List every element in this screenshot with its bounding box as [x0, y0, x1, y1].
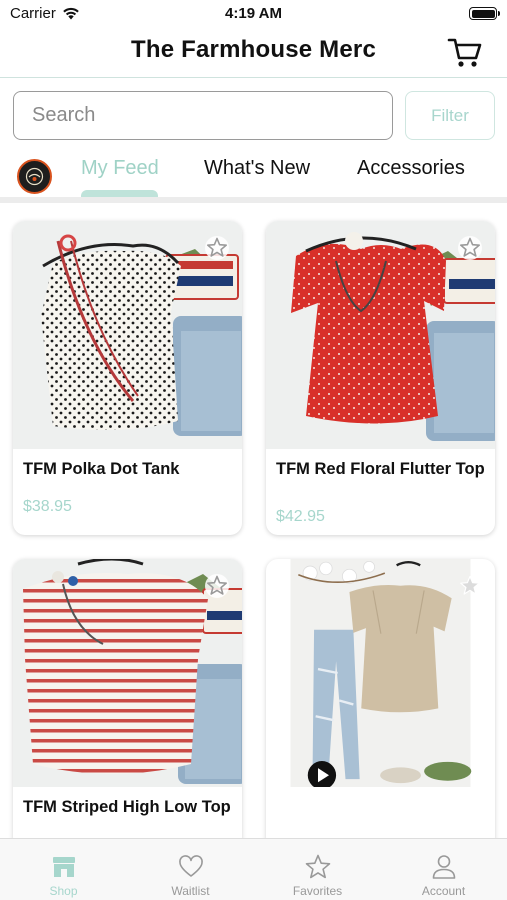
- product-name: TFM Red Floral Flutter Top: [276, 460, 485, 478]
- cart-icon[interactable]: [447, 34, 483, 70]
- star-icon: [305, 854, 330, 879]
- status-bar: Carrier 4:19 AM: [0, 0, 507, 28]
- status-time: 4:19 AM: [225, 5, 282, 22]
- page-title: The Farmhouse Merc: [131, 36, 376, 63]
- product-card[interactable]: TFM Polka Dot Tank $38.95: [13, 221, 242, 535]
- tabs-divider: [0, 197, 507, 203]
- tab-bar-shop[interactable]: Shop: [0, 839, 127, 900]
- tab-bar-label: Favorites: [292, 884, 343, 898]
- tab-bar-account[interactable]: Account: [380, 839, 507, 900]
- product-price: $42.95: [276, 508, 325, 525]
- shop-icon: [52, 857, 75, 877]
- person-icon: [432, 855, 455, 879]
- product-price: $38.95: [23, 498, 72, 515]
- product-name: TFM Polka Dot Tank: [23, 460, 180, 478]
- app-header: The Farmhouse Merc: [0, 28, 507, 78]
- search-input[interactable]: [13, 91, 393, 140]
- favorite-star-icon[interactable]: [204, 573, 230, 599]
- battery-icon: [469, 7, 500, 20]
- tab-bar-label: Waitlist: [171, 884, 210, 898]
- tab-bar-label: Shop: [49, 884, 78, 898]
- product-card[interactable]: TFM Striped High Low Top: [13, 559, 242, 849]
- tab-bar-favorites[interactable]: Favorites: [254, 839, 381, 900]
- favorite-star-icon[interactable]: [457, 573, 483, 599]
- store-logo-icon[interactable]: [17, 159, 52, 194]
- tab-my-feed[interactable]: My Feed: [81, 157, 159, 180]
- product-name: TFM Striped High Low Top: [23, 798, 231, 816]
- tab-whats-new[interactable]: What's New: [204, 157, 310, 180]
- tab-accessories[interactable]: Accessories: [357, 157, 465, 180]
- bottom-tab-bar: Shop Waitlist Favorites Account: [0, 838, 507, 900]
- product-card[interactable]: TFM Red Floral Flutter Top $42.95: [266, 221, 495, 535]
- favorite-star-icon[interactable]: [204, 235, 230, 261]
- heart-icon: [178, 855, 203, 877]
- product-card[interactable]: [266, 559, 495, 849]
- category-tabs: My Feed What's New Accessories: [0, 150, 507, 200]
- favorite-star-icon[interactable]: [457, 235, 483, 261]
- tab-bar-label: Account: [421, 884, 466, 898]
- filter-button[interactable]: Filter: [405, 91, 495, 140]
- tab-bar-waitlist[interactable]: Waitlist: [127, 839, 254, 900]
